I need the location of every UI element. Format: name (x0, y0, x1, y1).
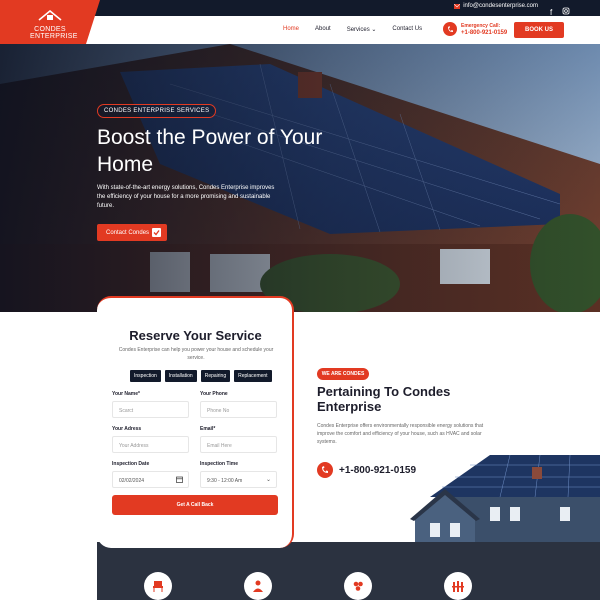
about-phone[interactable]: +1-800-921-0159 (317, 462, 416, 478)
hero-section: CONDES ENTERPRISE SERVICES Boost the Pow… (0, 44, 600, 312)
about-pill: WE ARE CONDES (317, 368, 369, 380)
main-nav: Home About Services ⌄ Contact Us Emergen… (100, 16, 600, 44)
chip-inspection[interactable]: Inspection (130, 370, 161, 382)
contact-condes-label: Contact Condes (106, 229, 150, 236)
date-input[interactable]: 02/02/2024 (112, 471, 189, 488)
time-select[interactable]: 9:30 - 12:00 Am ⌄ (200, 471, 277, 488)
house-logo-icon (38, 9, 62, 21)
emergency-call[interactable]: Emergency Call: +1-800-921-0159 (443, 22, 507, 36)
phone-label: Your Phone (200, 391, 228, 397)
worker-icon (244, 572, 272, 600)
book-us-button[interactable]: BOOK US (514, 22, 564, 38)
chip-installation[interactable]: Installation (164, 370, 197, 382)
reserve-form-card: Reserve Your Service Condes Enterprise c… (97, 296, 294, 548)
chevron-down-icon: ⌄ (265, 477, 271, 483)
hero-description: With state-of-the-art energy solutions, … (97, 185, 275, 209)
nav-item-home[interactable]: Home (283, 26, 299, 33)
email-label: Email* (200, 426, 216, 432)
address-input[interactable]: Your Address (112, 436, 189, 453)
emergency-call-number: +1-800-921-0159 (461, 29, 508, 36)
chevron-down-icon: ⌄ (371, 27, 377, 33)
chip-repairing[interactable]: Repairing (200, 370, 231, 382)
calendar-icon (176, 476, 183, 485)
topbar-email[interactable]: info@condesenterprise.com (454, 3, 538, 9)
date-label: Inspection Date (112, 461, 150, 467)
nav-item-services[interactable]: Services ⌄ (347, 26, 377, 33)
nav-item-services-label: Services (346, 27, 370, 33)
logo[interactable]: CONDES ENTERPRISE (30, 8, 78, 40)
hero-house-image (0, 44, 600, 312)
about-description: Condes Enterprise offers environmentally… (317, 423, 484, 445)
name-input[interactable]: Scarct (112, 401, 189, 418)
form-subtitle: Condes Enterprise can help you power you… (118, 347, 274, 361)
chip-replacement[interactable]: Replacement (234, 370, 272, 382)
fence-icon (444, 572, 472, 600)
contact-condes-button[interactable]: Contact Condes (97, 224, 167, 241)
about-title: Pertaining To Condes Enterprise (317, 384, 451, 414)
phone-input[interactable]: Phone No (200, 401, 277, 418)
facebook-icon[interactable]: f (548, 3, 556, 17)
hero-badge: CONDES ENTERPRISE SERVICES (97, 104, 217, 118)
phone-icon (317, 462, 333, 478)
about-phone-number: +1-800-921-0159 (339, 464, 417, 476)
logo-block[interactable]: CONDES ENTERPRISE (0, 0, 100, 44)
phone-icon (443, 22, 457, 36)
nav-item-about[interactable]: About (315, 26, 331, 33)
instagram-icon[interactable] (562, 3, 570, 15)
time-value: 9:30 - 12:00 Am (207, 478, 243, 484)
nav-item-contact[interactable]: Contact Us (392, 26, 422, 33)
check-icon (152, 228, 161, 237)
get-call-back-button[interactable]: Get A Call Back (112, 495, 278, 515)
logo-line2: ENTERPRISE (30, 33, 78, 40)
address-label: Your Adress (112, 426, 142, 432)
hero-title: Boost the Power of Your Home (97, 126, 323, 176)
logo-line1: CONDES (34, 26, 66, 33)
name-label: Your Name* (112, 391, 140, 397)
email-text: info@condesenterprise.com (463, 3, 538, 9)
house-illustration (410, 455, 600, 545)
honeycomb-icon (344, 572, 372, 600)
time-label: Inspection Time (200, 461, 238, 467)
mail-icon (454, 3, 461, 9)
email-input[interactable]: Email Here (200, 436, 277, 453)
chair-icon (144, 572, 172, 600)
svg-text:f: f (550, 8, 553, 16)
date-value: 02/02/2024 (119, 478, 145, 484)
form-title: Reserve Your Service (129, 328, 262, 343)
emergency-call-label: Emergency Call: (461, 22, 501, 29)
